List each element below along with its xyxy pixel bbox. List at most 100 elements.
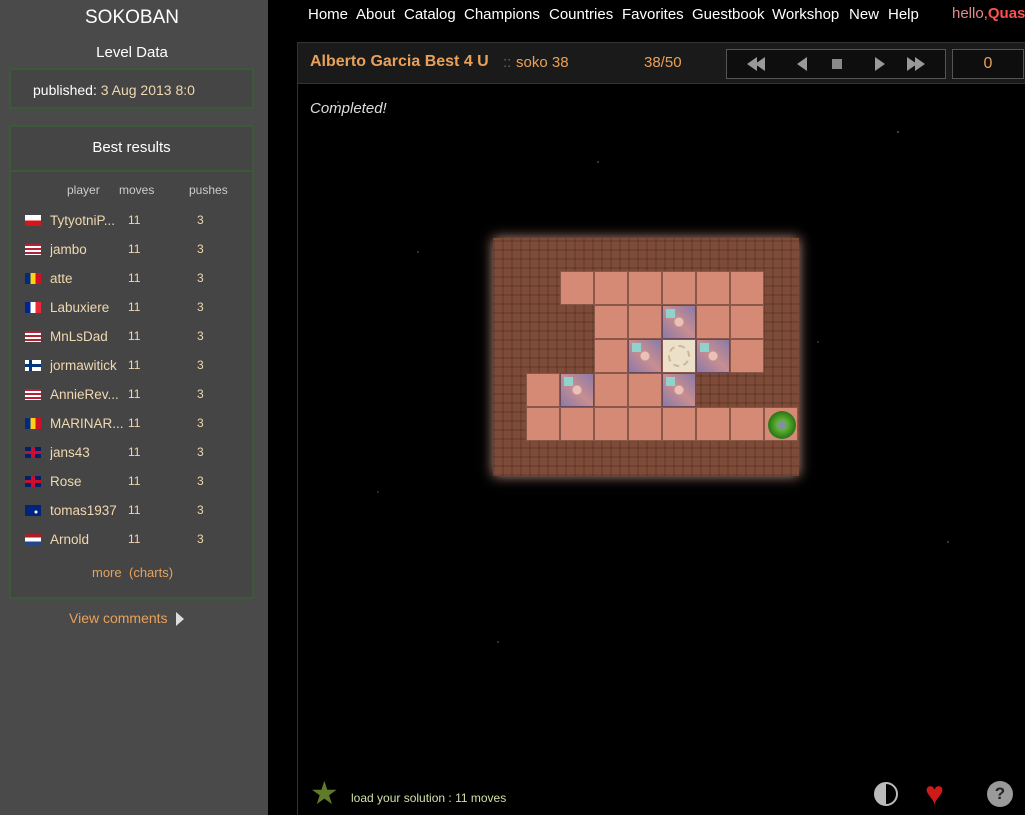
floor-tile xyxy=(730,339,764,373)
result-pushes: 3 xyxy=(197,329,204,343)
user-greeting[interactable]: hello,Quas xyxy=(952,5,1025,22)
result-moves: 11 xyxy=(128,474,141,488)
next-level-button[interactable] xyxy=(867,50,897,78)
nav-favorites[interactable]: Favorites xyxy=(622,6,684,23)
crate-on-goal xyxy=(628,339,662,373)
result-row: Labuxiere 11 3 xyxy=(11,298,252,320)
flag-ro-icon xyxy=(25,273,41,284)
floor-tile xyxy=(696,271,730,305)
nav-workshop[interactable]: Workshop xyxy=(772,6,839,23)
star-icon[interactable]: ★ xyxy=(310,777,339,809)
floor-tile xyxy=(662,407,696,441)
game-area: Alberto Garcia Best 4 U :: soko 38 38/50 xyxy=(297,42,1025,815)
app-title: SOKOBAN xyxy=(85,7,179,28)
result-player[interactable]: Rose xyxy=(50,474,125,489)
floor-tile xyxy=(526,373,560,407)
result-player[interactable]: Labuxiere xyxy=(50,300,125,315)
result-row: MnLsDad 11 3 xyxy=(11,327,252,349)
player-piece xyxy=(764,407,798,441)
result-row: tomas1937 11 3 xyxy=(11,501,252,523)
result-pushes: 3 xyxy=(197,242,204,256)
floor-tile xyxy=(560,271,594,305)
result-player[interactable]: jormawitick xyxy=(50,358,125,373)
view-comments-link[interactable]: View comments xyxy=(69,610,168,626)
nav-countries[interactable]: Countries xyxy=(549,6,613,23)
goal-target xyxy=(662,339,696,373)
collection-title[interactable]: Alberto Garcia Best 4 U xyxy=(310,53,489,71)
username[interactable]: Quas xyxy=(988,5,1025,22)
more-link[interactable]: more xyxy=(92,565,122,580)
result-pushes: 3 xyxy=(197,532,204,546)
nav-home[interactable]: Home xyxy=(308,6,348,23)
result-moves: 11 xyxy=(128,387,141,401)
result-pushes: 3 xyxy=(197,300,204,314)
floor-tile xyxy=(628,373,662,407)
reset-level-button[interactable] xyxy=(823,50,853,78)
flag-us-icon xyxy=(25,331,41,342)
floor-tile xyxy=(730,305,764,339)
result-row: Rose 11 3 xyxy=(11,472,252,494)
result-pushes: 3 xyxy=(197,387,204,401)
last-level-button[interactable] xyxy=(903,50,933,78)
flag-gb-icon xyxy=(25,447,41,458)
result-pushes: 3 xyxy=(197,213,204,227)
result-player[interactable]: MARINAR... xyxy=(50,416,125,431)
sokoban-board[interactable] xyxy=(493,238,799,476)
result-pushes: 3 xyxy=(197,416,204,430)
greeting-text: hello, xyxy=(952,5,988,22)
result-player[interactable]: TytyotniP... xyxy=(50,213,125,228)
result-row: Arnold 11 3 xyxy=(11,530,252,552)
published-info: published: 3 Aug 2013 8:0 xyxy=(33,82,195,98)
crate-on-goal xyxy=(560,373,594,407)
first-level-button[interactable] xyxy=(745,50,775,78)
flag-us-icon xyxy=(25,244,41,255)
result-row: atte 11 3 xyxy=(11,269,252,291)
result-moves: 11 xyxy=(128,416,141,430)
completion-status: Completed! xyxy=(310,100,387,117)
sidebar: SOKOBAN Level Data published: 3 Aug 2013… xyxy=(0,0,268,815)
previous-level-button[interactable] xyxy=(787,50,817,78)
floor-tile xyxy=(696,407,730,441)
goal-marker-icon xyxy=(666,377,675,386)
nav-help[interactable]: Help xyxy=(888,6,919,23)
load-solution-link[interactable]: load your solution : 11 moves xyxy=(351,791,506,805)
result-row: jormawitick 11 3 xyxy=(11,356,252,378)
result-player[interactable]: jambo xyxy=(50,242,125,257)
result-moves: 11 xyxy=(128,503,141,517)
heart-icon[interactable]: ♥ xyxy=(925,776,944,810)
nav-champions[interactable]: Champions xyxy=(464,6,540,23)
nav-guestbook[interactable]: Guestbook xyxy=(692,6,765,23)
floor-tile xyxy=(730,271,764,305)
result-player[interactable]: Arnold xyxy=(50,532,125,547)
nav-catalog[interactable]: Catalog xyxy=(404,6,456,23)
stop-icon xyxy=(832,59,842,69)
contrast-icon[interactable] xyxy=(874,782,898,806)
title-separator: :: xyxy=(503,54,512,71)
result-moves: 11 xyxy=(128,358,141,372)
nav-about[interactable]: About xyxy=(356,6,395,23)
result-pushes: 3 xyxy=(197,445,204,459)
help-icon[interactable]: ? xyxy=(987,781,1013,807)
floor-tile xyxy=(696,305,730,339)
published-panel: published: 3 Aug 2013 8:0 xyxy=(9,68,254,109)
floor-tile xyxy=(628,407,662,441)
result-player[interactable]: jans43 xyxy=(50,445,125,460)
result-pushes: 3 xyxy=(197,503,204,517)
level-data-heading: Level Data xyxy=(96,44,168,61)
published-label: published: xyxy=(33,82,97,98)
arrow-right-icon[interactable] xyxy=(176,612,184,626)
result-row: jambo 11 3 xyxy=(11,240,252,262)
charts-link[interactable]: (charts) xyxy=(129,565,173,580)
flag-ro-icon xyxy=(25,418,41,429)
result-player[interactable]: MnLsDad xyxy=(50,329,125,344)
floor-tile xyxy=(628,305,662,339)
nav-new[interactable]: New xyxy=(849,6,879,23)
result-player[interactable]: atte xyxy=(50,271,125,286)
result-moves: 11 xyxy=(128,271,141,285)
result-player[interactable]: tomas1937 xyxy=(50,503,125,518)
flag-fr-icon xyxy=(25,302,41,313)
result-pushes: 3 xyxy=(197,271,204,285)
column-header-player: player xyxy=(67,183,100,197)
level-navigation xyxy=(726,49,946,79)
result-player[interactable]: AnnieRev... xyxy=(50,387,125,402)
